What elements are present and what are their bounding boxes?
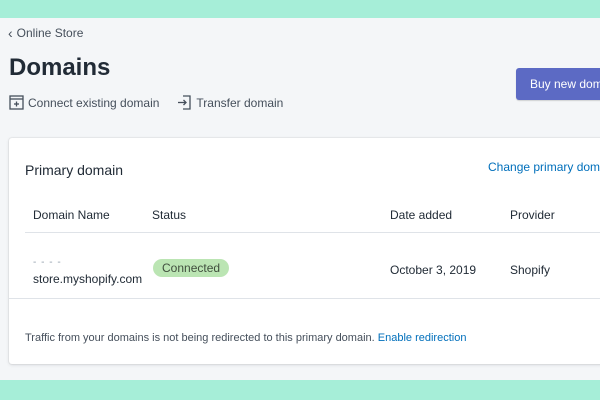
column-header-status: Status bbox=[152, 208, 187, 222]
redirection-notice-text: Traffic from your domains is not being r… bbox=[25, 332, 375, 344]
connect-domain-icon bbox=[9, 95, 24, 110]
table-divider bbox=[25, 232, 600, 233]
column-header-provider: Provider bbox=[510, 208, 555, 222]
chevron-left-icon: ‹ bbox=[8, 25, 13, 41]
column-header-domain-name: Domain Name bbox=[33, 208, 110, 222]
connect-existing-domain-action[interactable]: Connect existing domain bbox=[9, 95, 159, 110]
date-added: October 3, 2019 bbox=[390, 263, 477, 277]
breadcrumb-label: Online Store bbox=[16, 26, 84, 40]
domain-name[interactable]: store.myshopify.com bbox=[33, 272, 142, 286]
column-header-date-added: Date added bbox=[390, 208, 453, 222]
footer-divider bbox=[9, 298, 600, 299]
enable-redirection-link[interactable]: Enable redirection bbox=[378, 332, 467, 344]
transfer-domain-action[interactable]: Transfer domain bbox=[177, 95, 283, 110]
provider: Shopify bbox=[510, 263, 551, 277]
domains-screen: ‹ Online Store Domains Connect existing … bbox=[0, 18, 600, 380]
page-title: Domains bbox=[9, 54, 111, 81]
page-actions: Connect existing domain Transfer domain bbox=[9, 95, 283, 110]
connect-domain-label: Connect existing domain bbox=[28, 95, 160, 110]
transfer-domain-label: Transfer domain bbox=[196, 95, 284, 110]
domain-masked-text: - - - - bbox=[33, 257, 62, 268]
primary-domain-card: Primary domain Change primary domain Dom… bbox=[9, 138, 600, 364]
change-primary-domain-link[interactable]: Change primary domain bbox=[488, 160, 600, 174]
card-title: Primary domain bbox=[25, 162, 124, 178]
transfer-domain-icon bbox=[177, 95, 192, 110]
redirection-notice: Traffic from your domains is not being r… bbox=[25, 332, 466, 344]
status-badge: Connected bbox=[153, 259, 230, 277]
buy-new-domain-button[interactable]: Buy new domain bbox=[516, 68, 600, 100]
breadcrumb[interactable]: ‹ Online Store bbox=[8, 26, 83, 40]
